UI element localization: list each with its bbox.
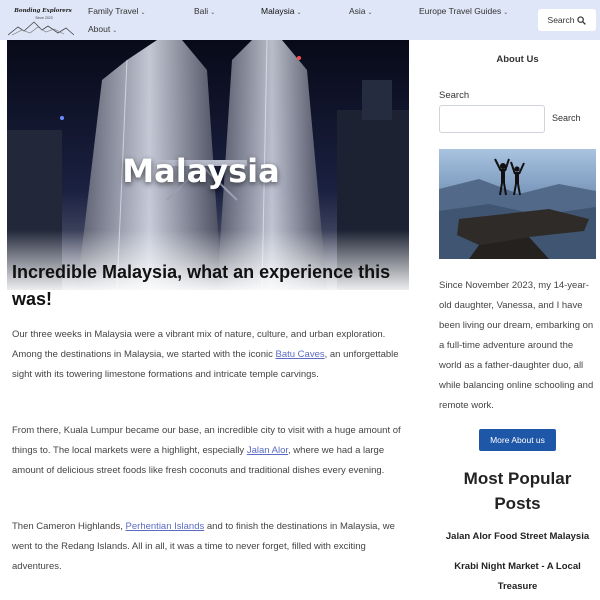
nav-asia[interactable]: Asia ⌄ [349, 6, 373, 16]
popular-post-link[interactable]: Jalan Alor Food Street Malaysia [439, 527, 596, 547]
link-perhentian-islands[interactable]: Perhentian Islands [126, 521, 205, 532]
site-logo[interactable]: Bonding Explorers Since 2023 [8, 4, 74, 36]
nav-europe-travel-guides[interactable]: Europe Travel Guides ⌄ [419, 6, 508, 16]
sidebar-search-input[interactable] [439, 105, 545, 133]
header-search-label: Search [547, 15, 575, 25]
chevron-down-icon: ⌄ [296, 10, 302, 16]
chevron-down-icon: ⌄ [503, 10, 509, 16]
popular-post-link[interactable]: Krabi Night Market - A Local Treasure [439, 557, 596, 597]
site-header: Bonding Explorers Since 2023 Family Trav… [0, 0, 600, 40]
more-about-us-button[interactable]: More About us [479, 429, 556, 451]
cliff-photo-image [439, 149, 596, 259]
sidebar-photo [439, 149, 596, 259]
mountain-logo-icon [8, 21, 74, 36]
nav-label: Europe Travel Guides [419, 6, 502, 16]
sidebar-bio: Since November 2023, my 14-year-old daug… [439, 280, 594, 411]
paragraph-text: Then Cameron Highlands, [12, 521, 126, 532]
nav-label: About [88, 24, 111, 34]
popular-posts-heading: Most Popular Posts [463, 469, 572, 513]
nav-label: Malaysia [261, 6, 295, 16]
chevron-down-icon: ⌄ [210, 10, 216, 16]
nav-family-travel[interactable]: Family Travel ⌄ [88, 6, 146, 16]
sidebar-search-button[interactable]: Search [552, 113, 581, 123]
logo-title: Bonding Explorers [14, 8, 72, 14]
chevron-down-icon: ⌄ [367, 10, 373, 16]
link-batu-caves[interactable]: Batu Caves [276, 349, 325, 360]
nav-label: Asia [349, 6, 366, 16]
sidebar-about-heading: About Us [496, 54, 539, 65]
nav-label: Bali [194, 6, 209, 16]
nav-label: Family Travel [88, 6, 139, 16]
nav-about[interactable]: About ⌄ [88, 24, 117, 34]
hero-image: Malaysia [7, 40, 409, 290]
article-paragraph-2: From there, Kuala Lumpur became our base… [12, 421, 404, 481]
article-paragraph-1: Our three weeks in Malaysia were a vibra… [12, 325, 404, 385]
link-jalan-alor[interactable]: Jalan Alor [247, 445, 288, 456]
chevron-down-icon: ⌄ [140, 10, 146, 16]
nav-bali[interactable]: Bali ⌄ [194, 6, 215, 16]
search-icon [577, 15, 587, 25]
hero-title: Malaysia [122, 152, 280, 190]
header-search-button[interactable]: Search [538, 9, 596, 31]
article-paragraph-3: Then Cameron Highlands, Perhentian Islan… [12, 517, 404, 577]
nav-malaysia[interactable]: Malaysia ⌄ [261, 6, 302, 16]
sidebar-search-label: Search [439, 90, 470, 101]
article-title: Incredible Malaysia, what an experience … [12, 262, 391, 309]
chevron-down-icon: ⌄ [112, 28, 118, 34]
